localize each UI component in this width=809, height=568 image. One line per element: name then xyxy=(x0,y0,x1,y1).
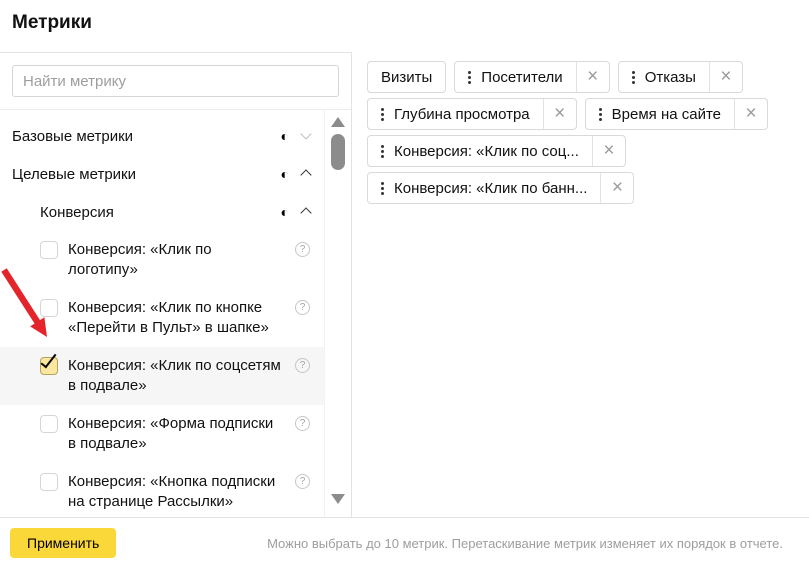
metric-option-label: Конверсия: «Клик по кнопке «Перейти в Пу… xyxy=(68,298,285,338)
metric-checkbox[interactable] xyxy=(40,473,58,491)
search-bar xyxy=(0,53,351,110)
metric-chip[interactable]: Конверсия: «Клик по банн... × xyxy=(367,172,634,204)
drag-handle-icon[interactable] xyxy=(381,113,384,116)
chevron-up-icon xyxy=(300,207,311,218)
remove-metric-button[interactable]: × xyxy=(576,62,609,92)
help-icon[interactable]: ? xyxy=(295,300,310,315)
metric-option-row[interactable]: Конверсия: «Клик по логотипу» ? xyxy=(0,231,324,289)
scrollbar[interactable] xyxy=(324,110,351,517)
drag-handle-icon[interactable] xyxy=(632,76,635,79)
metric-option-label: Конверсия: «Клик по логотипу» xyxy=(68,240,285,280)
metric-chip[interactable]: Конверсия: «Клик по соц... × xyxy=(367,135,626,167)
metrics-picker-dialog: Базовые метрики ◐ Целевые метрики ◐ Конв… xyxy=(0,52,809,517)
chip-label: Посетители xyxy=(481,69,562,86)
metric-checkbox[interactable] xyxy=(40,299,58,317)
drag-handle-icon[interactable] xyxy=(381,150,384,153)
section-goal-metrics[interactable]: Целевые метрики ◐ xyxy=(0,155,324,193)
metrics-tree: Базовые метрики ◐ Целевые метрики ◐ Конв… xyxy=(0,110,324,517)
half-circle-icon: ◐ xyxy=(281,167,289,181)
section-label: Базовые метрики xyxy=(12,128,281,145)
scroll-up-button[interactable] xyxy=(331,117,345,127)
metric-chip-visits: Визиты xyxy=(367,61,446,93)
remove-metric-button[interactable]: × xyxy=(592,136,625,166)
remove-metric-button[interactable]: × xyxy=(734,99,767,129)
apply-button[interactable]: Применить xyxy=(10,528,116,558)
drag-handle-icon[interactable] xyxy=(381,187,384,190)
half-circle-icon: ◐ xyxy=(281,205,289,219)
metric-option-row[interactable]: Конверсия: «Форма подписки в подвале» ? xyxy=(0,405,324,463)
metric-chip[interactable]: Время на сайте × xyxy=(585,98,768,130)
chevron-down-icon xyxy=(300,128,311,139)
metrics-tree-wrap: Базовые метрики ◐ Целевые метрики ◐ Конв… xyxy=(0,110,351,517)
remove-metric-button[interactable]: × xyxy=(543,99,576,129)
dialog-footer: Применить Можно выбрать до 10 метрик. Пе… xyxy=(0,517,809,568)
scroll-down-button[interactable] xyxy=(331,494,345,504)
metrics-list-panel: Базовые метрики ◐ Целевые метрики ◐ Конв… xyxy=(0,52,352,517)
chip-label: Отказы xyxy=(645,69,696,86)
subsection-label: Конверсия xyxy=(40,204,281,221)
metric-checkbox[interactable] xyxy=(40,241,58,259)
chip-label: Конверсия: «Клик по соц... xyxy=(394,143,579,160)
search-input[interactable] xyxy=(12,65,339,97)
help-icon[interactable]: ? xyxy=(295,416,310,431)
half-circle-icon: ◐ xyxy=(281,129,289,143)
help-icon[interactable]: ? xyxy=(295,474,310,489)
metric-option-row[interactable]: Конверсия: «Клик по кнопке «Перейти в Пу… xyxy=(0,289,324,347)
metric-chip[interactable]: Отказы × xyxy=(618,61,743,93)
dialog-header: Метрики xyxy=(0,0,809,52)
chip-label: Визиты xyxy=(381,69,432,86)
metric-chip[interactable]: Посетители × xyxy=(454,61,609,93)
metric-checkbox-checked[interactable] xyxy=(40,357,58,375)
chip-label: Конверсия: «Клик по банн... xyxy=(394,180,587,197)
metric-option-row-selected[interactable]: Конверсия: «Клик по соцсетям в подвале» … xyxy=(0,347,324,405)
checkmark-icon xyxy=(41,351,57,369)
section-basic-metrics[interactable]: Базовые метрики ◐ xyxy=(0,117,324,155)
chip-label: Глубина просмотра xyxy=(394,106,530,123)
chevron-up-icon xyxy=(300,169,311,180)
selected-metrics-panel: Визиты Посетители × Отказы × xyxy=(352,52,809,517)
drag-handle-icon[interactable] xyxy=(599,113,602,116)
page-title: Метрики xyxy=(12,12,797,34)
subsection-conversion[interactable]: Конверсия ◐ xyxy=(0,193,324,231)
remove-metric-button[interactable]: × xyxy=(600,173,633,203)
metric-checkbox[interactable] xyxy=(40,415,58,433)
remove-metric-button[interactable]: × xyxy=(709,62,742,92)
selected-metrics-chips: Визиты Посетители × Отказы × xyxy=(367,61,795,204)
metric-option-label: Конверсия: «Клик по соцсетям в подвале» xyxy=(68,356,285,396)
section-label: Целевые метрики xyxy=(12,166,281,183)
metric-option-label: Конверсия: «Форма подписки в подвале» xyxy=(68,414,285,454)
metric-option-row[interactable]: Конверсия: «Кнопка подписки на странице … xyxy=(0,463,324,521)
metric-option-label: Конверсия: «Кнопка подписки на странице … xyxy=(68,472,285,512)
drag-handle-icon[interactable] xyxy=(468,76,471,79)
chip-label: Время на сайте xyxy=(612,106,721,123)
help-icon[interactable]: ? xyxy=(295,358,310,373)
metric-chip[interactable]: Глубина просмотра × xyxy=(367,98,577,130)
help-icon[interactable]: ? xyxy=(295,242,310,257)
scrollbar-thumb[interactable] xyxy=(331,134,345,170)
footer-hint: Можно выбрать до 10 метрик. Перетаскиван… xyxy=(136,536,783,551)
